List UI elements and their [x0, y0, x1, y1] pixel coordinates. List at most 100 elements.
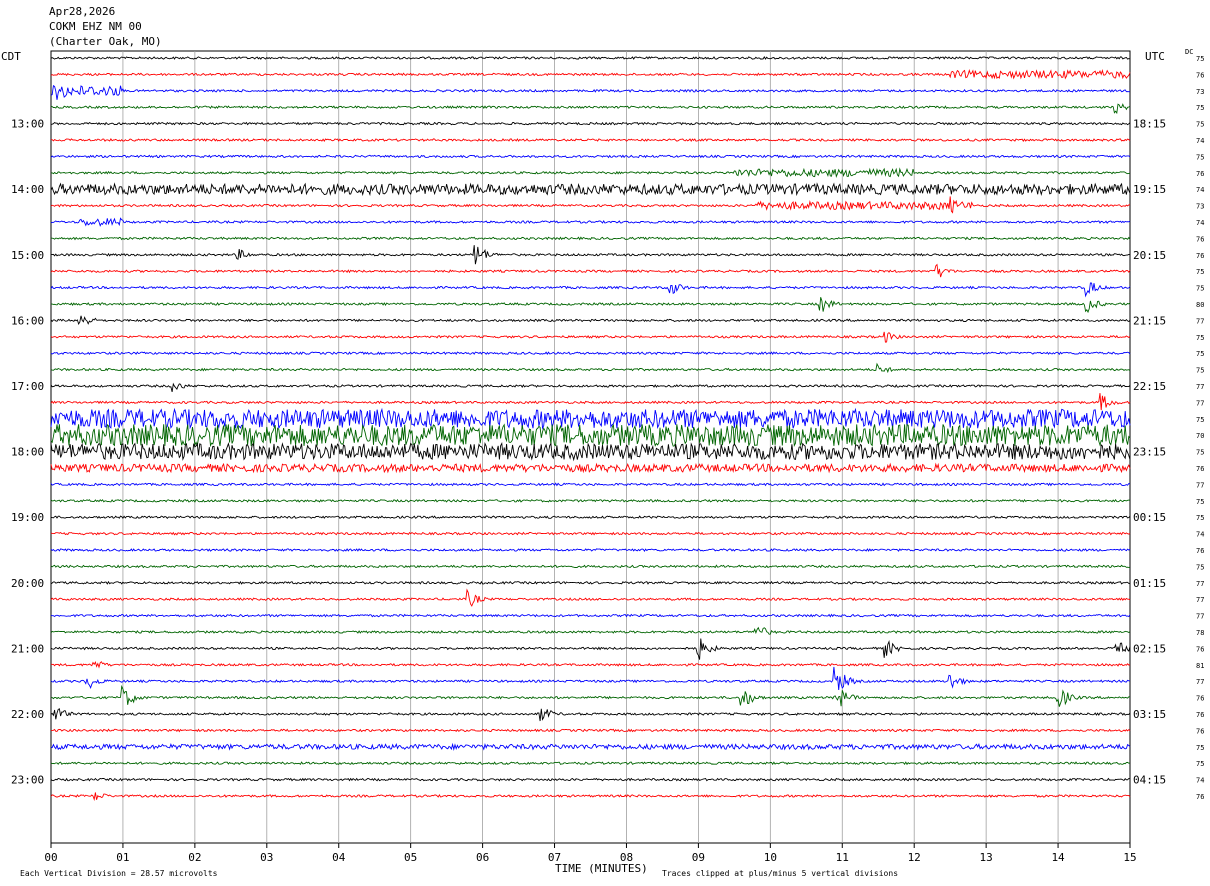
right-hour-label: 02:15 [1133, 642, 1166, 655]
trace-line [50, 69, 1131, 80]
trace-line [50, 531, 1131, 536]
trace-line [50, 684, 1130, 707]
left-hour-label: 22:00 [11, 708, 44, 721]
left-hour-label: 19:00 [11, 511, 44, 524]
dc-offset-label: 76 [1196, 170, 1204, 178]
left-hour-label: 20:00 [11, 577, 44, 590]
dc-offset-label: 75 [1196, 268, 1204, 276]
trace-line [50, 515, 1131, 520]
x-tick-label: 09 [692, 851, 705, 864]
seismogram-plot: 00 01 02 03 04 05 06 07 08 09 10 11 12 13 14 1513:0014:… [11, 50, 1204, 864]
left-hour-label: 14:00 [11, 183, 44, 196]
trace-line [50, 792, 1131, 802]
trace-line [50, 121, 1131, 126]
dc-offset-label: 77 [1196, 317, 1204, 325]
right-hour-label: 03:15 [1133, 708, 1166, 721]
dc-offset-label: 77 [1196, 613, 1204, 621]
trace-line [50, 498, 1131, 503]
scale-note: Each Vertical Division = 28.57 microvolt… [20, 869, 218, 878]
left-hour-label: 13:00 [11, 118, 44, 131]
dc-offset-label: 77 [1196, 481, 1204, 489]
dc-offset-label: 80 [1196, 301, 1204, 309]
trace-line [50, 196, 1131, 214]
dc-offset-label: 75 [1196, 285, 1204, 293]
dc-offset-label: 75 [1196, 760, 1204, 768]
x-tick-label: 00 [44, 851, 57, 864]
trace-line [50, 777, 1131, 782]
trace-line [50, 708, 1131, 722]
dc-offset-label: 76 [1196, 695, 1204, 703]
dc-offset-label: 76 [1196, 252, 1204, 260]
dc-offset-label: 76 [1196, 711, 1204, 719]
x-tick-label: 14 [1051, 851, 1065, 864]
dc-offset-label: 74 [1196, 219, 1204, 227]
trace-line [50, 548, 1131, 552]
right-hour-label: 04:15 [1133, 774, 1166, 787]
trace-line [50, 84, 1131, 100]
right-hour-label: 23:15 [1133, 446, 1166, 459]
trace-line [50, 588, 1131, 607]
trace-line [50, 564, 1131, 569]
trace-line [50, 742, 1131, 751]
trace-line [50, 761, 1131, 766]
trace-line [50, 236, 1131, 241]
x-axis-label: TIME (MINUTES) [555, 862, 648, 875]
x-tick-label: 10 [764, 851, 777, 864]
trace-line [50, 382, 1131, 393]
right-hour-label: 20:15 [1133, 249, 1166, 262]
dc-offset-label: 74 [1196, 531, 1204, 539]
x-tick-label: 12 [908, 851, 921, 864]
dc-offset-label: 74 [1196, 186, 1204, 194]
trace-line [50, 580, 1130, 585]
dc-offset-label: 75 [1196, 334, 1204, 342]
trace-line [50, 482, 1131, 487]
trace-line [50, 462, 1131, 474]
dc-offset-label: 77 [1196, 678, 1204, 686]
x-tick-label: 15 [1123, 851, 1136, 864]
dc-offset-label: 76 [1196, 235, 1204, 243]
dc-offset-label: 74 [1196, 137, 1204, 145]
x-tick-label: 03 [260, 851, 273, 864]
trace-line [50, 154, 1131, 159]
dc-offset-label: 76 [1196, 727, 1204, 735]
dc-offset-label: 75 [1196, 449, 1204, 457]
right-hour-label: 00:15 [1133, 511, 1166, 524]
trace-line [50, 393, 1131, 411]
left-hour-label: 15:00 [11, 249, 44, 262]
dc-offset-label: 75 [1196, 563, 1204, 571]
trace-line [50, 282, 1131, 298]
dc-offset-label: 78 [1196, 629, 1204, 637]
left-hour-label: 23:00 [11, 774, 44, 787]
dc-offset-label: 76 [1196, 645, 1204, 653]
trace-line [50, 297, 1131, 314]
dc-offset-label: 75 [1196, 744, 1204, 752]
trace-line [50, 56, 1131, 60]
trace-line [50, 638, 1131, 660]
dc-offset-label: 76 [1196, 793, 1204, 801]
x-tick-label: 11 [836, 851, 849, 864]
right-hour-label: 19:15 [1133, 183, 1166, 196]
trace-line [50, 167, 1131, 178]
trace-line [50, 103, 1131, 115]
dc-offset-label: 75 [1196, 121, 1204, 129]
trace-line [50, 315, 1131, 325]
dc-offset-label: 73 [1196, 203, 1204, 211]
trace-line [51, 728, 1131, 733]
trace-line [50, 666, 1131, 691]
x-tick-label: 02 [188, 851, 201, 864]
dc-offset-label: 75 [1196, 55, 1204, 63]
dc-offset-label: 75 [1196, 350, 1204, 358]
trace-line [50, 613, 1131, 618]
clip-note: Traces clipped at plus/minus 5 vertical … [662, 869, 899, 878]
dc-offset-label: 76 [1196, 465, 1204, 473]
dc-offset-label: 81 [1196, 662, 1204, 670]
x-tick-label: 13 [980, 851, 993, 864]
dc-offset-label: 75 [1196, 498, 1204, 506]
dc-offset-label: 75 [1196, 367, 1204, 375]
dc-offset-label: 74 [1196, 777, 1204, 785]
dc-offset-label: 75 [1196, 514, 1204, 522]
trace-line [50, 661, 1131, 669]
dc-offset-label: 75 [1196, 153, 1204, 161]
trace-line [50, 263, 1131, 278]
trace-line [51, 138, 1131, 142]
